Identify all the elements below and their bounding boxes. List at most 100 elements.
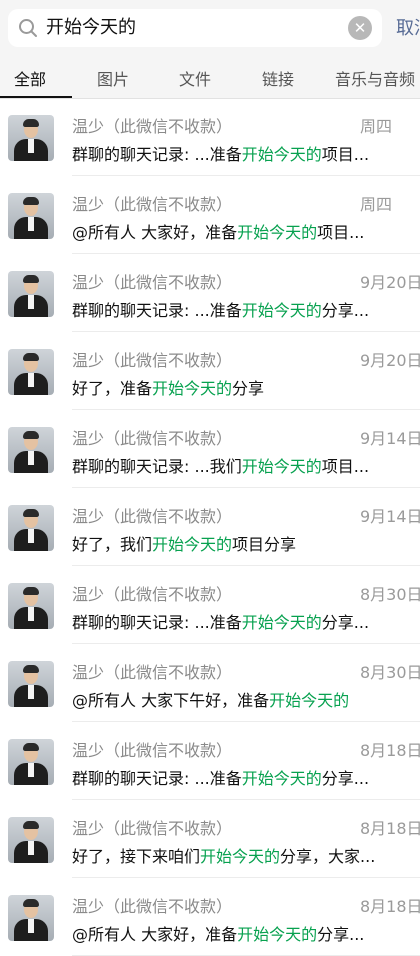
sender-name: 温少（此微信不收款） (72, 819, 233, 838)
search-result-row[interactable]: 温少（此微信不收款） 9月14日群聊的聊天记录: ...我们开始今天的项目... (0, 410, 420, 488)
snippet-prefix: 群聊的聊天记录: ...准备 (72, 145, 242, 164)
message-snippet: 好了，准备开始今天的分享 (72, 375, 264, 399)
tab-all[interactable]: 全部 (14, 66, 46, 90)
snippet-prefix: 群聊的聊天记录: ...准备 (72, 613, 242, 632)
search-result-row[interactable]: 温少（此微信不收款） 周四 @所有人 大家好，准备开始今天的项目... (0, 176, 420, 254)
message-snippet: 群聊的聊天记录: ...准备开始今天的项目... (72, 141, 369, 165)
snippet-suffix: 分享... (317, 925, 365, 944)
sender-name: 温少（此微信不收款） (72, 117, 233, 136)
search-box[interactable]: ✕ (8, 9, 382, 47)
message-snippet: @所有人 大家好，准备开始今天的分享... (72, 921, 364, 945)
snippet-prefix: @所有人 大家下午好，准备 (72, 691, 270, 710)
search-result-row[interactable]: 温少（此微信不收款） 9月20日群聊的聊天记录: ...准备开始今天的分享... (0, 254, 420, 332)
message-time: 9月20日 (360, 351, 420, 370)
snippet-prefix: 群聊的聊天记录: ...准备 (72, 769, 242, 788)
snippet-suffix: 分享，大家... (280, 847, 376, 866)
sender-name: 温少（此微信不收款） (72, 663, 233, 682)
snippet-prefix: @所有人 大家好，准备 (72, 925, 238, 944)
snippet-prefix: 群聊的聊天记录: ...准备 (72, 301, 242, 320)
snippet-suffix: 分享... (321, 301, 370, 320)
avatar (8, 349, 54, 395)
snippet-highlight: 开始今天的 (241, 457, 322, 476)
message-snippet: 好了，我们开始今天的项目分享 (72, 531, 296, 555)
avatar (8, 817, 54, 863)
sender-name: 温少（此微信不收款） (72, 273, 233, 292)
tab-files[interactable]: 文件 (179, 66, 211, 90)
snippet-suffix: 项目分享 (232, 535, 297, 554)
tab-music-audio[interactable]: 音乐与音频 (335, 66, 415, 90)
search-result-row[interactable]: 温少（此微信不收款） 8月18日 @所有人 大家好，准备开始今天的分享... (0, 878, 420, 956)
snippet-highlight: 开始今天的 (269, 691, 350, 710)
message-time: 9月14日 (360, 429, 420, 448)
snippet-prefix: 好了，我们 (72, 535, 153, 554)
tab-links[interactable]: 链接 (262, 66, 294, 90)
message-time: 8月18日 (360, 819, 420, 838)
avatar (8, 271, 54, 317)
snippet-prefix: 好了，接下来咱们 (72, 847, 201, 866)
avatar (8, 895, 54, 941)
search-result-row[interactable]: 温少（此微信不收款） 8月30日 @所有人 大家下午好，准备开始今天的 (0, 644, 420, 722)
cancel-button[interactable]: 取消 (396, 14, 420, 40)
clear-icon[interactable]: ✕ (348, 16, 372, 40)
avatar (8, 193, 54, 239)
message-snippet: 群聊的聊天记录: ...准备开始今天的分享... (72, 609, 369, 633)
avatar (8, 427, 54, 473)
search-result-row[interactable]: 温少（此微信不收款） 8月18日群聊的聊天记录: ...准备开始今天的分享... (0, 722, 420, 800)
message-snippet: 群聊的聊天记录: ...准备开始今天的分享... (72, 765, 369, 789)
message-time: 8月30日 (360, 585, 420, 604)
message-snippet: 好了，接下来咱们开始今天的分享，大家... (72, 843, 375, 867)
snippet-highlight: 开始今天的 (237, 925, 318, 944)
snippet-highlight: 开始今天的 (152, 535, 233, 554)
avatar (8, 739, 54, 785)
snippet-suffix: 项目... (317, 223, 365, 242)
message-snippet: @所有人 大家好，准备开始今天的项目... (72, 219, 364, 243)
snippet-suffix: 项目... (321, 145, 370, 164)
message-snippet: 群聊的聊天记录: ...我们开始今天的项目... (72, 453, 369, 477)
message-time: 周四 (360, 195, 393, 214)
sender-name: 温少（此微信不收款） (72, 897, 233, 916)
message-time: 9月14日 (360, 507, 420, 526)
snippet-prefix: 好了，准备 (72, 379, 153, 398)
search-result-row[interactable]: 温少（此微信不收款） 8月30日群聊的聊天记录: ...准备开始今天的分享... (0, 566, 420, 644)
snippet-highlight: 开始今天的 (152, 379, 233, 398)
search-result-row[interactable]: 温少（此微信不收款） 9月20日好了，准备开始今天的分享 (0, 332, 420, 410)
avatar (8, 583, 54, 629)
avatar (8, 661, 54, 707)
snippet-suffix: 分享 (232, 379, 265, 398)
snippet-highlight: 开始今天的 (237, 223, 318, 242)
message-snippet: 群聊的聊天记录: ...准备开始今天的分享... (72, 297, 369, 321)
sender-name: 温少（此微信不收款） (72, 741, 233, 760)
sender-name: 温少（此微信不收款） (72, 507, 233, 526)
search-result-row[interactable]: 温少（此微信不收款） 周四群聊的聊天记录: ...准备开始今天的项目... (0, 98, 420, 176)
search-icon (18, 18, 38, 38)
snippet-prefix: @所有人 大家好，准备 (72, 223, 238, 242)
search-result-row[interactable]: 温少（此微信不收款） 8月18日好了，接下来咱们开始今天的分享，大家... (0, 800, 420, 878)
search-bar: ✕ 取消 (0, 0, 420, 56)
snippet-prefix: 群聊的聊天记录: ...我们 (72, 457, 242, 476)
snippet-highlight: 开始今天的 (241, 301, 322, 320)
snippet-highlight: 开始今天的 (200, 847, 281, 866)
snippet-highlight: 开始今天的 (241, 145, 322, 164)
message-time: 9月20日 (360, 273, 420, 292)
snippet-highlight: 开始今天的 (241, 769, 322, 788)
sender-name: 温少（此微信不收款） (72, 351, 233, 370)
message-time: 8月30日 (360, 663, 420, 682)
message-time: 周四 (360, 117, 393, 136)
snippet-highlight: 开始今天的 (241, 613, 322, 632)
snippet-suffix: 分享... (321, 613, 370, 632)
message-snippet: @所有人 大家下午好，准备开始今天的 (72, 687, 349, 711)
message-time: 8月18日 (360, 741, 420, 760)
search-result-row[interactable]: 温少（此微信不收款） 9月14日好了，我们开始今天的项目分享 (0, 488, 420, 566)
sender-name: 温少（此微信不收款） (72, 195, 233, 214)
search-results-list: 温少（此微信不收款） 周四 群聊的聊天记录: ...准备开始今天的项目... 温少（此… (0, 98, 420, 956)
snippet-suffix: 项目... (321, 457, 370, 476)
filter-tabs: 全部 图片 文件 链接 音乐与音频 (0, 56, 420, 99)
avatar (8, 115, 54, 161)
sender-name: 温少（此微信不收款） (72, 585, 233, 604)
sender-name: 温少（此微信不收款） (72, 429, 233, 448)
search-input[interactable] (46, 9, 346, 47)
message-time: 8月18日 (360, 897, 420, 916)
avatar (8, 505, 54, 551)
tab-images[interactable]: 图片 (97, 66, 129, 90)
snippet-suffix: 分享... (321, 769, 370, 788)
